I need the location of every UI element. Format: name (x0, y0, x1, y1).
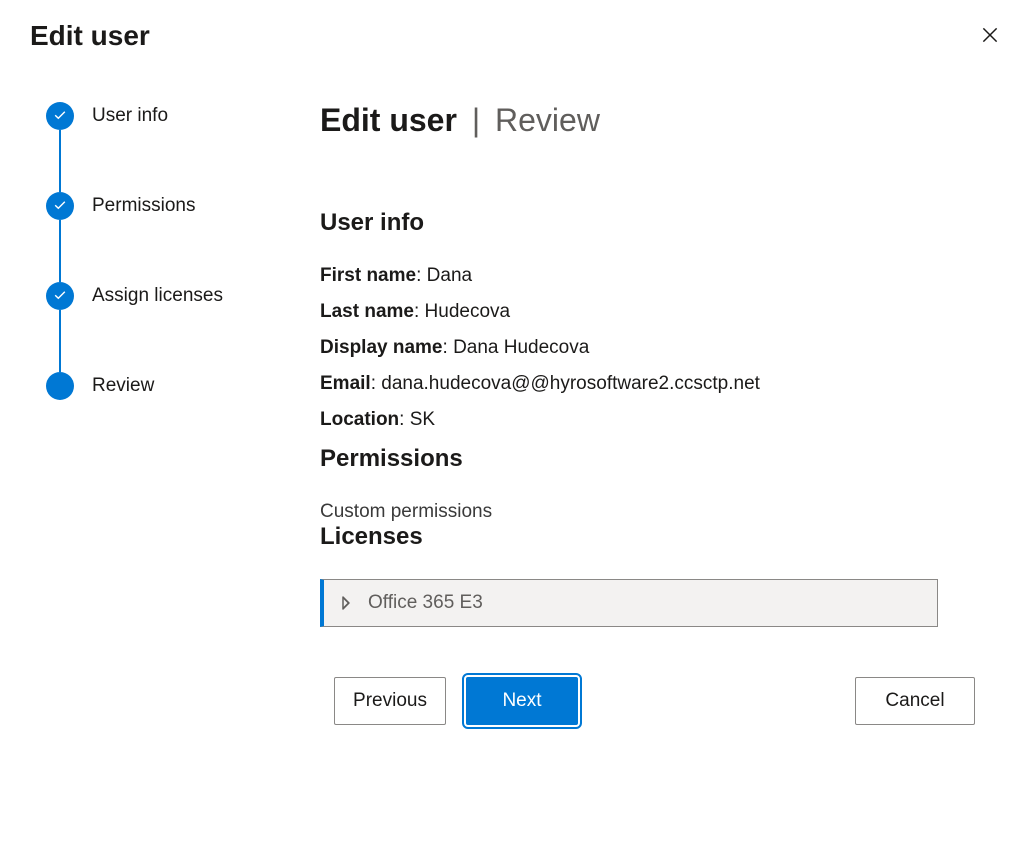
step-label: Review (92, 375, 154, 397)
step-label: Permissions (92, 195, 195, 217)
check-icon (46, 102, 74, 130)
close-icon (981, 32, 999, 47)
display-name-line: Display name: Dana Hudecova (320, 337, 975, 359)
page-title: Edit user | Review (320, 102, 975, 139)
check-icon (46, 192, 74, 220)
review-panel: Edit user | Review User info First name:… (320, 102, 1005, 847)
first-name-line: First name: Dana (320, 265, 975, 287)
email-label: Email (320, 373, 371, 394)
permissions-value: Custom permissions (320, 501, 975, 523)
step-assign-licenses[interactable]: Assign licenses (46, 282, 290, 310)
step-label: Assign licenses (92, 285, 223, 307)
step-review[interactable]: Review (46, 372, 290, 400)
user-info-heading: User info (320, 209, 975, 237)
next-button[interactable]: Next (466, 677, 578, 725)
step-label: User info (92, 105, 168, 127)
first-name-value: Dana (427, 265, 472, 286)
close-button[interactable] (975, 20, 1005, 50)
cancel-button[interactable]: Cancel (855, 677, 975, 725)
page-title-main: Edit user (320, 102, 457, 138)
licenses-heading: Licenses (320, 523, 975, 551)
step-permissions[interactable]: Permissions (46, 192, 290, 220)
permissions-heading: Permissions (320, 445, 975, 473)
last-name-label: Last name (320, 301, 414, 322)
last-name-value: Hudecova (425, 301, 511, 322)
location-value: SK (410, 409, 435, 430)
display-name-value: Dana Hudecova (453, 337, 589, 358)
location-line: Location: SK (320, 409, 975, 431)
step-user-info[interactable]: User info (46, 102, 290, 130)
wizard-stepper: User info Permissions Assign licenses Re… (30, 102, 290, 847)
first-name-label: First name (320, 265, 416, 286)
license-label: Office 365 E3 (368, 592, 483, 614)
previous-button[interactable]: Previous (334, 677, 446, 725)
check-icon (46, 282, 74, 310)
edit-user-dialog: Edit user User info Permissions (0, 0, 1035, 847)
email-value: dana.hudecova@@hyrosoftware2.ccsctp.net (381, 373, 760, 394)
email-line: Email: dana.hudecova@@hyrosoftware2.ccsc… (320, 373, 975, 395)
license-expander[interactable]: Office 365 E3 (320, 579, 938, 627)
dialog-title: Edit user (30, 20, 150, 52)
location-label: Location (320, 409, 399, 430)
last-name-line: Last name: Hudecova (320, 301, 975, 323)
wizard-buttons: Previous Next Cancel (320, 677, 975, 725)
page-title-divider: | (472, 102, 480, 138)
page-title-subtitle: Review (495, 102, 600, 138)
display-name-label: Display name (320, 337, 443, 358)
chevron-right-icon (338, 595, 354, 611)
current-step-icon (46, 372, 74, 400)
